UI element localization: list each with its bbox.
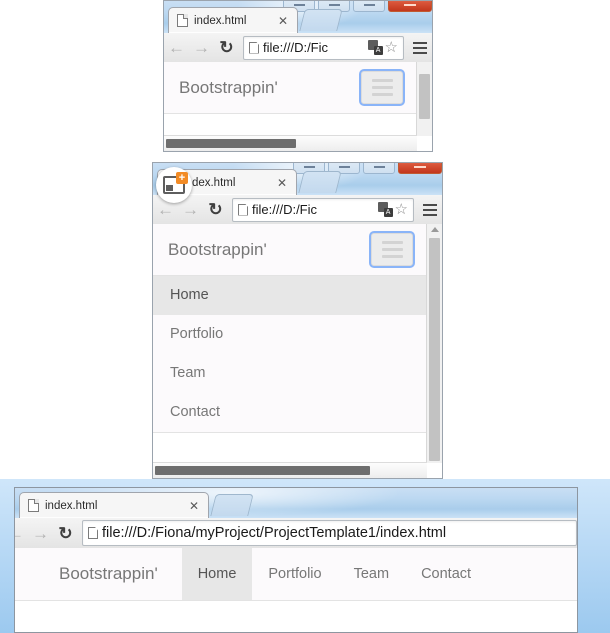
window-titlebar[interactable]: index.html ✕ [15, 488, 577, 518]
reload-button[interactable]: ↻ [203, 197, 228, 223]
page-viewport: Bootstrappin' Home Portfolio Team Contac… [153, 224, 442, 478]
address-bar[interactable]: file:///D:/Fic A ☆ [243, 35, 404, 60]
nav-item-label: Team [353, 566, 390, 582]
page-icon [249, 42, 259, 54]
tab-close-icon[interactable]: ✕ [275, 15, 291, 27]
vertical-scrollbar[interactable] [426, 224, 442, 463]
nav-item-label: Home [197, 566, 237, 582]
forward-button[interactable]: → [28, 520, 53, 546]
tab-strip[interactable]: index.html ✕ [164, 6, 432, 33]
forward-button[interactable]: → [189, 35, 214, 61]
address-bar-url: file:///D:/Fic [263, 40, 329, 55]
tab-close-icon[interactable]: ✕ [186, 500, 202, 512]
new-tab-button[interactable] [210, 494, 254, 516]
bookmark-star-icon[interactable]: ☆ [385, 40, 398, 55]
address-bar-url: file:///D:/Fiona/myProject/ProjectTempla… [102, 525, 447, 541]
browser-window-wide[interactable]: index.html ✕ ← → ↻ file:///D:/Fiona/myPr… [14, 487, 578, 633]
plus-badge-icon: + [176, 172, 188, 184]
address-bar-url: file:///D:/Fic [252, 202, 318, 217]
vertical-scrollbar-thumb[interactable] [429, 238, 440, 461]
horizontal-scrollbar-thumb[interactable] [166, 139, 296, 148]
navbar-toggle-button[interactable] [371, 233, 413, 266]
scroll-up-arrow-icon[interactable] [430, 227, 439, 232]
horizontal-scrollbar[interactable] [164, 135, 417, 151]
tab-index-html[interactable]: index.html ✕ [19, 492, 209, 518]
page-icon [238, 204, 248, 216]
tab-title: index.html [45, 499, 98, 512]
nav-item-label: Contact [170, 404, 220, 420]
site-brand[interactable]: Bootstrappin' [15, 564, 182, 584]
tab-strip[interactable]: index.html ✕ [153, 168, 442, 195]
browser-toolbar[interactable]: ← → ↻ file:///D:/Fic A ☆ [153, 195, 442, 225]
nav-item-label: Home [170, 287, 209, 303]
address-bar[interactable]: file:///D:/Fic A ☆ [232, 197, 414, 222]
reload-button[interactable]: ↻ [214, 35, 239, 61]
translate-square-target: A [383, 208, 393, 217]
window-sheet-icon: + [163, 172, 188, 194]
nav-item-home[interactable]: Home [181, 548, 253, 600]
site-brand[interactable]: Bootstrappin' [153, 240, 282, 260]
nav-item-label: Contact [421, 566, 472, 582]
new-tab-button[interactable] [299, 9, 343, 31]
page-viewport: Bootstrappin' Home Portfolio Team Contac… [15, 548, 577, 632]
browser-menu-icon[interactable] [408, 41, 432, 54]
nav-item-label: Team [170, 365, 206, 381]
page-body [153, 433, 427, 463]
drag-new-window-cursor: + [156, 167, 192, 203]
back-button[interactable]: ← [164, 35, 189, 61]
nav-item-contact[interactable]: Contact [405, 548, 487, 600]
nav-item-contact[interactable]: Contact [153, 393, 427, 432]
page-icon [88, 527, 98, 539]
back-button[interactable]: ← [15, 520, 28, 546]
nav-item-portfolio[interactable]: Portfolio [252, 548, 337, 600]
collapsed-nav-menu: Home Portfolio Team Contact [153, 276, 427, 433]
browser-window-narrow-expanded[interactable]: index.html ✕ + ← → ↻ file:///D:/Fic A ☆ [152, 162, 443, 479]
bookmark-star-icon[interactable]: ☆ [395, 202, 408, 217]
tab-close-icon[interactable]: ✕ [274, 177, 290, 189]
page-body [164, 114, 417, 136]
translate-square-target: A [373, 46, 383, 55]
page-viewport: Bootstrappin' [164, 62, 432, 151]
browser-toolbar[interactable]: ← → ↻ file:///D:/Fiona/myProject/Project… [15, 518, 577, 549]
site-brand[interactable]: Bootstrappin' [164, 78, 293, 98]
horizontal-scrollbar[interactable] [153, 462, 427, 478]
nav-item-team[interactable]: Team [338, 548, 405, 600]
browser-menu-icon[interactable] [418, 203, 442, 216]
horizontal-scrollbar-thumb[interactable] [155, 466, 370, 475]
window-titlebar[interactable]: index.html ✕ [153, 163, 442, 195]
nav-item-team[interactable]: Team [153, 354, 427, 393]
vertical-scrollbar-thumb[interactable] [419, 74, 430, 119]
nav-item-home[interactable]: Home [153, 276, 427, 315]
tab-title: index.html [194, 14, 247, 27]
navbar-toggle-button[interactable] [361, 71, 403, 104]
new-tab-button[interactable] [298, 171, 342, 193]
reload-button[interactable]: ↻ [53, 520, 78, 546]
site-navbar: Bootstrappin' [153, 224, 427, 276]
tab-index-html[interactable]: index.html ✕ [168, 7, 298, 33]
page-body [15, 601, 577, 632]
vertical-scrollbar[interactable] [416, 62, 432, 136]
window-titlebar[interactable]: index.html ✕ [164, 1, 432, 33]
site-navbar: Bootstrappin' [164, 62, 417, 114]
tab-title: index.html [183, 176, 236, 189]
address-bar[interactable]: file:///D:/Fiona/myProject/ProjectTempla… [82, 520, 577, 546]
nav-item-label: Portfolio [170, 326, 224, 342]
translate-icon[interactable]: A [377, 202, 393, 217]
translate-icon[interactable]: A [367, 40, 383, 55]
site-navbar: Bootstrappin' Home Portfolio Team Contac… [15, 548, 577, 601]
nav-item-label: Portfolio [268, 566, 322, 582]
browser-toolbar[interactable]: ← → ↻ file:///D:/Fic A ☆ [164, 33, 432, 63]
nav-item-portfolio[interactable]: Portfolio [153, 315, 427, 354]
primary-nav: Home Portfolio Team Contact [181, 548, 487, 600]
tab-strip[interactable]: index.html ✕ [15, 491, 577, 518]
browser-window-narrow-collapsed[interactable]: index.html ✕ ← → ↻ file:///D:/Fic A ☆ Bo… [163, 0, 433, 152]
page-icon [28, 499, 39, 512]
page-icon [177, 14, 188, 27]
